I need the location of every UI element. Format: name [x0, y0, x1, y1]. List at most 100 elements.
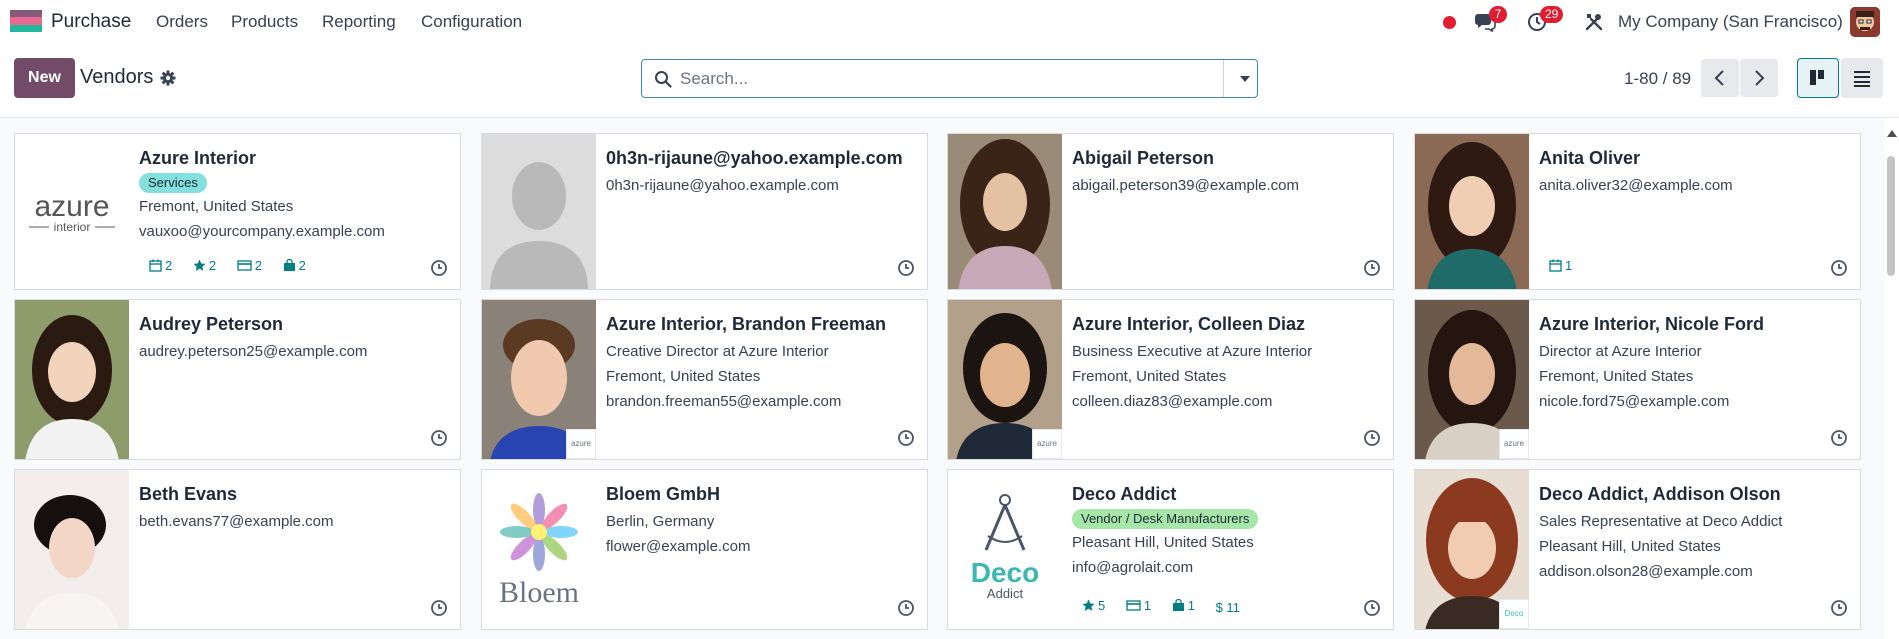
activity-clock-icon[interactable]: [1363, 259, 1381, 277]
company-switcher[interactable]: My Company (San Francisco): [1618, 12, 1843, 32]
scrollbar[interactable]: [1884, 126, 1899, 639]
activity-clock-icon[interactable]: [430, 259, 448, 277]
stats-row: 5 1 1 $ 11: [1082, 598, 1257, 615]
search-bar: [641, 59, 1258, 98]
favorites-stat[interactable]: 5: [1082, 598, 1105, 613]
vendor-name: 0h3n-rijaune@yahoo.example.com: [606, 148, 903, 168]
contact-function: Business Executive at Azure Interior: [1072, 343, 1313, 360]
vendor-email: audrey.peterson25@example.com: [139, 343, 368, 360]
gear-icon[interactable]: [160, 70, 176, 86]
menu-products[interactable]: Products: [231, 12, 298, 32]
bills-stat[interactable]: 1: [1126, 598, 1151, 613]
star-icon: [1082, 599, 1095, 611]
star-icon: [193, 259, 206, 271]
vendor-card[interactable]: azure Azure Interior, Colleen Diaz Busin…: [947, 299, 1394, 460]
vendor-address: Fremont, United States: [1539, 368, 1694, 385]
vendor-card[interactable]: Audrey Peterson audrey.peterson25@exampl…: [14, 299, 461, 460]
contact-photo: [15, 300, 129, 459]
tools-icon[interactable]: [1584, 12, 1604, 32]
vendor-email: anita.oliver32@example.com: [1539, 177, 1733, 194]
contact-photo: [1415, 134, 1529, 289]
vendor-email: flower@example.com: [606, 538, 751, 555]
category-tag: Vendor / Desk Manufacturers: [1072, 509, 1259, 529]
meetings-stat[interactable]: 2: [149, 258, 172, 273]
activity-clock-icon[interactable]: [897, 429, 915, 447]
activity-clock-icon[interactable]: [1830, 429, 1848, 447]
new-button[interactable]: New: [14, 58, 75, 98]
vendor-card[interactable]: azure Azure Interior, Brandon Freeman Cr…: [481, 299, 928, 460]
vendor-card[interactable]: azure Azure Interior, Nicole Ford Direct…: [1414, 299, 1861, 460]
activity-clock-icon[interactable]: [1830, 599, 1848, 617]
vendor-card[interactable]: Abigail Peterson abigail.peterson39@exam…: [947, 133, 1394, 290]
app-name[interactable]: Purchase: [51, 11, 131, 33]
credit-card-icon: [237, 260, 252, 271]
category-tag: Services: [139, 173, 207, 193]
company-mini-logo: azure: [1499, 429, 1529, 459]
activity-clock-icon[interactable]: [430, 429, 448, 447]
menu-orders[interactable]: Orders: [156, 12, 208, 32]
vendor-name: Azure Interior: [139, 148, 257, 168]
vendor-email: info@agrolait.com: [1072, 559, 1194, 576]
purchases-stat[interactable]: 2: [283, 258, 306, 273]
vendor-name: Bloem GmbH: [606, 484, 721, 504]
kanban-view-button[interactable]: [1797, 58, 1839, 98]
contact-photo: azure: [948, 300, 1062, 459]
vendor-name: Azure Interior, Brandon Freeman: [606, 314, 887, 334]
search-input[interactable]: [680, 67, 1220, 91]
pager-value[interactable]: 1-80 / 89: [1624, 69, 1691, 89]
vendor-name: Anita Oliver: [1539, 148, 1641, 168]
activity-clock-icon[interactable]: [1830, 259, 1848, 277]
meetings-count: 1: [1565, 258, 1573, 273]
vendor-card[interactable]: azure interior Azure Interior Services F…: [14, 133, 461, 290]
vendor-email: colleen.diaz83@example.com: [1072, 393, 1273, 410]
activity-clock-icon[interactable]: [897, 259, 915, 277]
vendor-address: Fremont, United States: [1072, 368, 1227, 385]
kanban-board: azure interior Azure Interior Services F…: [0, 118, 1884, 639]
vendor-name: Azure Interior, Colleen Diaz: [1072, 314, 1306, 334]
pager-previous-button[interactable]: [1701, 59, 1739, 97]
search-icon: [655, 71, 672, 88]
menu-configuration[interactable]: Configuration: [421, 12, 522, 32]
pager-next-button[interactable]: [1740, 59, 1778, 97]
meetings-stat[interactable]: 1: [1549, 258, 1572, 273]
activity-clock-icon[interactable]: [1363, 599, 1381, 617]
bills-count: 1: [1143, 598, 1152, 613]
list-view-button[interactable]: [1841, 58, 1883, 98]
scroll-up-icon[interactable]: [1887, 130, 1897, 137]
purchase-app-icon[interactable]: [10, 10, 42, 32]
top-navbar: Purchase Orders Products Reporting Confi…: [0, 0, 1899, 44]
purchases-count: 1: [1187, 598, 1195, 613]
logo-subtext: Addict: [987, 586, 1024, 601]
contact-function: Sales Representative at Deco Addict: [1539, 513, 1783, 530]
chevron-down-icon[interactable]: [1240, 76, 1250, 82]
activity-clock-icon[interactable]: [897, 599, 915, 617]
vendor-card[interactable]: Beth Evans beth.evans77@example.com: [14, 469, 461, 630]
vendor-address: Fremont, United States: [606, 368, 761, 385]
user-avatar[interactable]: [1850, 7, 1880, 37]
amount-stat[interactable]: $ 11: [1216, 600, 1240, 615]
stats-row: 1: [1549, 258, 1589, 275]
vendor-card[interactable]: Bloem Bloem GmbH Berlin, Germany flower@…: [481, 469, 928, 630]
bills-stat[interactable]: 2: [237, 258, 262, 273]
vendor-address: Pleasant Hill, United States: [1539, 538, 1721, 555]
vendor-email: nicole.ford75@example.com: [1539, 393, 1730, 410]
menu-reporting[interactable]: Reporting: [322, 12, 396, 32]
vendor-name: Azure Interior, Nicole Ford: [1539, 314, 1765, 334]
status-dot-icon[interactable]: [1443, 16, 1456, 29]
activity-clock-icon[interactable]: [430, 599, 448, 617]
vendor-card[interactable]: Deco Deco Addict, Addison Olson Sales Re…: [1414, 469, 1861, 630]
vendor-card[interactable]: Anita Oliver anita.oliver32@example.com …: [1414, 133, 1861, 290]
vendor-address: Berlin, Germany: [606, 513, 715, 530]
page-title: Vendors: [80, 66, 154, 88]
favorites-stat[interactable]: 2: [193, 258, 216, 273]
vendor-card[interactable]: Deco Addict Deco Addict Vendor / Desk Ma…: [947, 469, 1394, 630]
contact-photo: azure: [1415, 300, 1529, 459]
logo-text: Deco: [971, 557, 1039, 588]
purchases-stat[interactable]: 1: [1172, 598, 1195, 613]
calendar-icon: [1549, 259, 1562, 272]
activity-clock-icon[interactable]: [1363, 429, 1381, 447]
scroll-thumb[interactable]: [1887, 156, 1895, 276]
vendor-email: 0h3n-rijaune@yahoo.example.com: [606, 177, 839, 194]
placeholder-avatar: [482, 134, 596, 289]
vendor-card[interactable]: 0h3n-rijaune@yahoo.example.com 0h3n-rija…: [481, 133, 928, 290]
